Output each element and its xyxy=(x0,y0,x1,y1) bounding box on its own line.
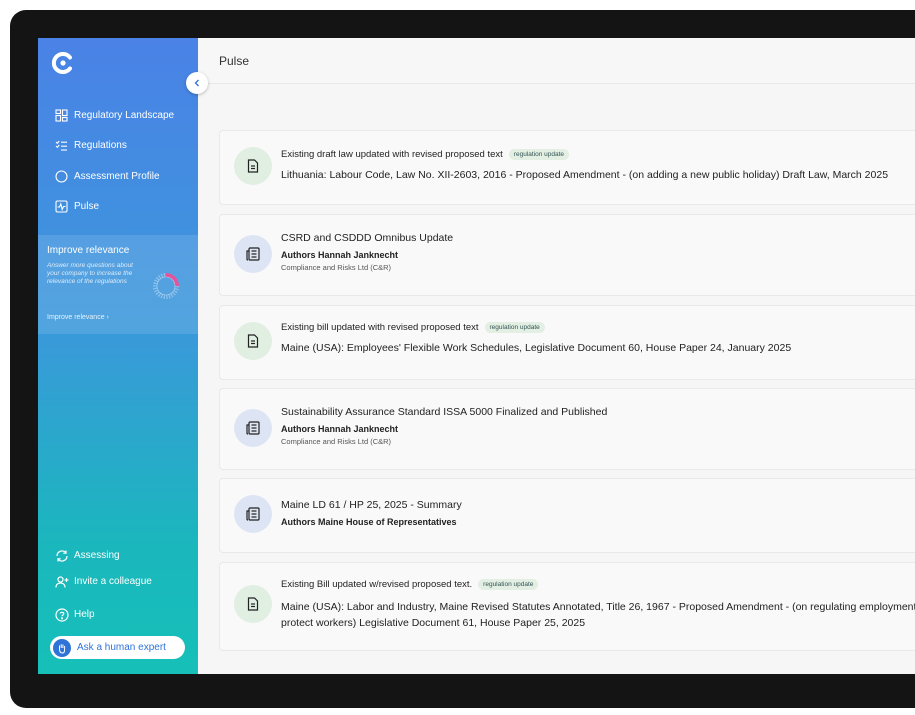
feed-card[interactable]: Existing Bill updated w/revised proposed… xyxy=(219,562,915,651)
add-user-icon xyxy=(54,574,69,589)
dashboard-grid-icon xyxy=(54,108,68,122)
feed-card-title[interactable]: Sustainability Assurance Standard ISSA 5… xyxy=(281,406,915,418)
sidebar-item-regulations[interactable]: Regulations xyxy=(54,131,194,162)
page-title: Pulse xyxy=(219,54,250,68)
feed-card-authors: Authors Hannah Janknecht xyxy=(281,424,399,434)
relevance-progress-gauge xyxy=(151,271,181,301)
feed-card[interactable]: Sustainability Assurance Standard ISSA 5… xyxy=(219,388,915,470)
improve-relevance-link[interactable]: Improve relevance › xyxy=(47,314,109,321)
improve-relevance-title: Improve relevance xyxy=(47,245,130,256)
feed-card-organization: Compliance and Risks Ltd (C&R) xyxy=(281,263,392,272)
document-icon xyxy=(234,585,272,623)
sidebar-item-invite-colleague[interactable]: Invite a colleague xyxy=(54,574,152,589)
sidebar-item-label: Assessing xyxy=(74,550,120,561)
feed-card-organization: Compliance and Risks Ltd (C&R) xyxy=(281,437,392,446)
feed-card-authors: Authors Maine House of Representatives xyxy=(281,517,457,527)
sidebar: Regulatory Landscape Regulations Assessm… xyxy=(38,38,198,674)
feed-card-title[interactable]: Maine LD 61 / HP 25, 2025 - Summary xyxy=(281,499,915,511)
regulation-update-badge: regulation update xyxy=(508,149,570,160)
main-content: Pulse Existing draft law updated with re… xyxy=(198,38,915,674)
sidebar-nav: Regulatory Landscape Regulations Assessm… xyxy=(54,100,194,222)
document-icon xyxy=(234,147,272,185)
document-icon xyxy=(234,322,272,360)
ask-human-expert-button[interactable]: Ask a human expert xyxy=(50,636,185,659)
sidebar-item-label: Invite a colleague xyxy=(74,576,152,587)
app-screen: Regulatory Landscape Regulations Assessm… xyxy=(38,38,915,674)
page-header: Pulse xyxy=(198,38,915,84)
feed-card[interactable]: CSRD and CSDDD Omnibus Update Authors Ha… xyxy=(219,214,915,296)
news-icon xyxy=(234,409,272,447)
chevron-left-icon xyxy=(193,74,201,92)
brand-logo-icon[interactable] xyxy=(51,51,75,75)
feed-card[interactable]: Existing draft law updated with revised … xyxy=(219,130,915,205)
feed-card-authors: Authors Hannah Janknecht xyxy=(281,250,399,260)
sync-icon xyxy=(54,548,69,563)
feed-card-headline: Existing Bill updated w/revised proposed… xyxy=(281,579,915,590)
feed-card-headline: Existing draft law updated with revised … xyxy=(281,149,915,160)
feed-card-title[interactable]: Lithuania: Labour Code, Law No. XII-2603… xyxy=(281,169,915,181)
sidebar-item-label: Help xyxy=(74,609,95,620)
improve-relevance-panel: Improve relevance Answer more questions … xyxy=(38,235,198,334)
feed-card[interactable]: Existing bill updated with revised propo… xyxy=(219,305,915,380)
sidebar-item-label: Regulatory Landscape xyxy=(74,109,175,121)
feed-card-title[interactable]: CSRD and CSDDD Omnibus Update xyxy=(281,232,915,244)
feed-card[interactable]: Maine LD 61 / HP 25, 2025 - Summary Auth… xyxy=(219,478,915,553)
feed-card-headline: Existing bill updated with revised propo… xyxy=(281,322,915,333)
sidebar-item-label: Assessment Profile xyxy=(74,170,160,182)
regulation-update-badge: regulation update xyxy=(484,322,545,333)
sidebar-collapse-button[interactable] xyxy=(186,72,208,94)
sidebar-item-label: Pulse xyxy=(74,201,100,213)
sidebar-item-assessing[interactable]: Assessing xyxy=(54,548,120,563)
sidebar-item-label: Regulations xyxy=(74,140,127,152)
circle-icon xyxy=(54,169,68,183)
chevron-right-icon: › xyxy=(106,314,109,321)
sidebar-item-help[interactable]: Help xyxy=(54,607,95,622)
improve-relevance-description: Answer more questions about your company… xyxy=(47,262,133,285)
feed-card-title[interactable]: Maine (USA): Employees' Flexible Work Sc… xyxy=(281,342,915,354)
hand-icon xyxy=(53,638,71,657)
regulation-update-badge: regulation update xyxy=(478,579,539,590)
sidebar-item-regulatory-landscape[interactable]: Regulatory Landscape xyxy=(54,100,194,131)
help-icon xyxy=(54,607,69,622)
news-icon xyxy=(234,495,272,533)
sidebar-item-pulse[interactable]: Pulse xyxy=(54,192,194,223)
feed-card-title[interactable]: Maine (USA): Labor and Industry, Maine R… xyxy=(281,599,915,631)
news-icon xyxy=(234,235,272,273)
pulse-icon xyxy=(54,200,68,214)
sidebar-item-assessment-profile[interactable]: Assessment Profile xyxy=(54,161,194,192)
checklist-icon xyxy=(54,139,68,153)
